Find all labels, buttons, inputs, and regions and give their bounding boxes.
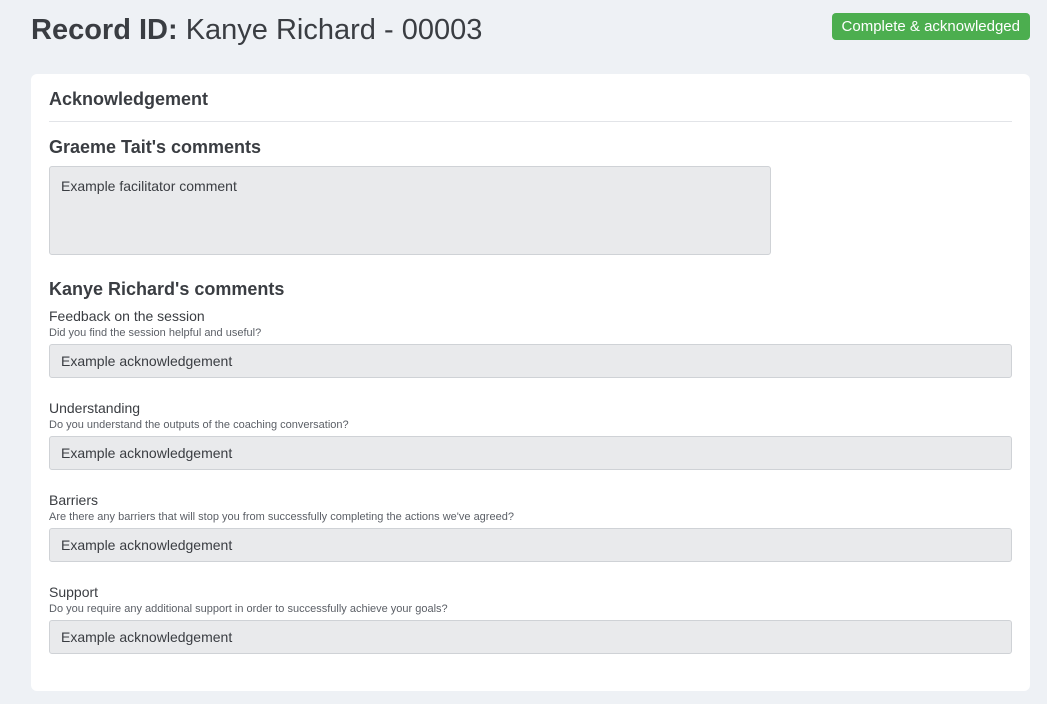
feedback-answer-field[interactable]: Example acknowledgement — [49, 344, 1012, 378]
support-answer-field[interactable]: Example acknowledgement — [49, 620, 1012, 654]
learner-comments-heading: Kanye Richard's comments — [49, 279, 285, 299]
question-label: Support — [49, 584, 99, 600]
question-label: Understanding — [49, 400, 141, 416]
facilitator-comment-field[interactable]: Example facilitator comment — [49, 166, 771, 255]
understanding-answer-field[interactable]: Example acknowledgement — [49, 436, 1012, 470]
question-support: Support Do you require any additional su… — [49, 584, 1012, 654]
facilitator-comments-heading: Graeme Tait's comments — [49, 137, 262, 157]
question-feedback: Feedback on the session Did you find the… — [49, 308, 1012, 378]
record-id-label: Record ID: — [31, 14, 178, 46]
question-hint: Do you understand the outputs of the coa… — [49, 419, 349, 431]
record-id-value: Kanye Richard - 00003 — [185, 14, 483, 46]
card-title: Acknowledgement — [49, 74, 1012, 122]
barriers-answer-field[interactable]: Example acknowledgement — [49, 528, 1012, 562]
question-hint: Are there any barriers that will stop yo… — [49, 511, 514, 523]
page-title: Record ID: Kanye Richard - 00003 — [31, 12, 482, 48]
question-understanding: Understanding Do you understand the outp… — [49, 400, 1012, 470]
question-label: Feedback on the session — [49, 308, 205, 324]
question-label: Barriers — [49, 492, 99, 508]
status-badge: Complete & acknowledged — [831, 13, 1030, 40]
acknowledgement-card: Acknowledgement Graeme Tait's comments E… — [31, 74, 1030, 691]
question-hint: Do you require any additional support in… — [49, 603, 448, 615]
question-hint: Did you find the session helpful and use… — [49, 327, 262, 339]
page-header: Record ID: Kanye Richard - 00003 Complet… — [31, 12, 1030, 48]
question-barriers: Barriers Are there any barriers that wil… — [49, 492, 1012, 562]
